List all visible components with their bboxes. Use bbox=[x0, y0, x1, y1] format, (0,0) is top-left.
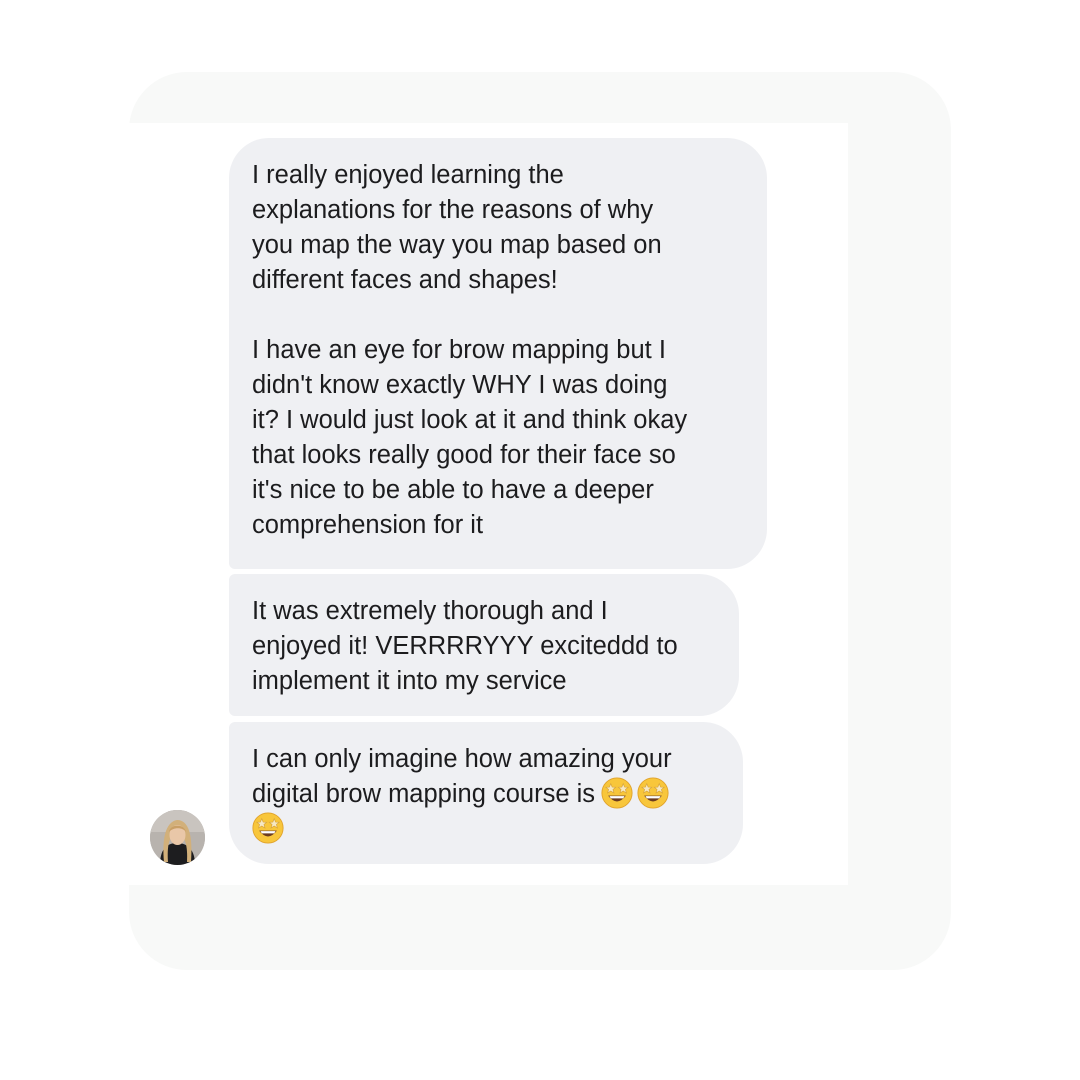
star-struck-emoji-icon bbox=[601, 777, 633, 809]
avatar-photo-icon bbox=[150, 810, 205, 865]
message-3-line-1: I can only imagine how amazing your bbox=[252, 745, 672, 773]
message-3-line-2: digital brow mapping course is bbox=[252, 780, 596, 808]
star-struck-emoji-icon bbox=[252, 812, 284, 844]
message-2-text: It was extremely thorough and I enjoyed … bbox=[252, 597, 678, 695]
message-bubble-1[interactable]: I really enjoyed learning the explanatio… bbox=[229, 138, 767, 569]
message-3-text: I can only imagine how amazing your digit… bbox=[252, 742, 719, 847]
message-1-paragraph-2: I have an eye for brow mapping but I did… bbox=[252, 336, 688, 539]
message-bubble-3[interactable]: I can only imagine how amazing your digit… bbox=[229, 722, 743, 864]
message-bubble-2[interactable]: It was extremely thorough and I enjoyed … bbox=[229, 574, 739, 716]
avatar[interactable] bbox=[150, 810, 205, 865]
message-1-paragraph-1: I really enjoyed learning the explanatio… bbox=[252, 161, 662, 294]
page: I really enjoyed learning the explanatio… bbox=[0, 0, 1080, 1080]
star-struck-emoji-icon bbox=[637, 777, 669, 809]
